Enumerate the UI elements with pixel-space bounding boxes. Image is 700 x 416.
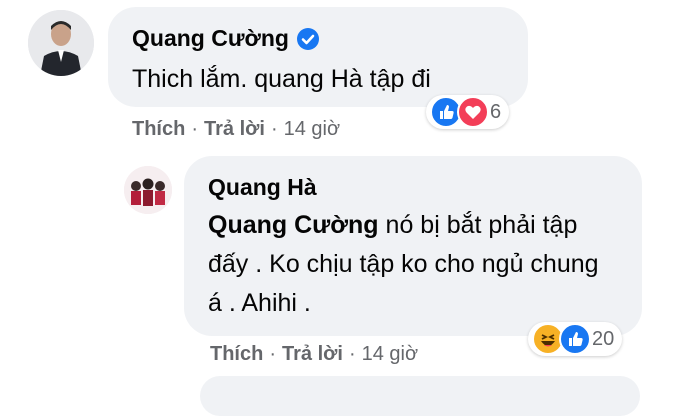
separator-dot: · (191, 118, 199, 140)
reaction-summary[interactable]: 20 (528, 322, 623, 356)
reaction-count: 20 (592, 327, 615, 350)
comment-text: Thich lắm. quang Hà tập đi (132, 65, 431, 93)
separator-dot: · (348, 343, 356, 365)
reaction-summary[interactable]: 6 (426, 95, 510, 129)
verified-badge-icon (296, 27, 319, 50)
like-link[interactable]: Thích (210, 343, 263, 365)
reaction-count: 6 (490, 100, 502, 123)
love-icon (457, 96, 489, 128)
like-icon (559, 323, 591, 355)
comment-bubble: Quang Hà Quang Cường nó bị bắt phải tập … (184, 156, 642, 336)
comment-actions: Thích · Trả lời · 14 giờ (210, 343, 418, 366)
comment-text: Quang Cường nó bị bắt phải tập đấy . Ko … (208, 206, 618, 323)
mention-link[interactable]: Quang Cường (208, 211, 379, 239)
avatar-quang-cuong[interactable] (28, 10, 94, 76)
separator-dot: · (270, 118, 278, 140)
comment-actions: Thích · Trả lời · 14 giờ (132, 118, 340, 141)
comment-bubble: Quang Cường Thich lắm. quang Hà tập đi (108, 7, 528, 107)
comment-author[interactable]: Quang Cường (132, 25, 289, 52)
person-avatar-icon (28, 10, 94, 76)
separator-dot: · (269, 343, 277, 365)
avatar-quang-ha[interactable] (124, 166, 172, 214)
comment-author[interactable]: Quang Hà (208, 174, 317, 201)
reply-link[interactable]: Trả lời (282, 343, 343, 365)
group-photo-avatar-icon (124, 166, 172, 214)
like-link[interactable]: Thích (132, 118, 185, 140)
timestamp[interactable]: 14 giờ (284, 118, 340, 140)
timestamp[interactable]: 14 giờ (362, 343, 418, 365)
reply-link[interactable]: Trả lời (204, 118, 265, 140)
next-comment-bubble-partial (200, 376, 640, 416)
